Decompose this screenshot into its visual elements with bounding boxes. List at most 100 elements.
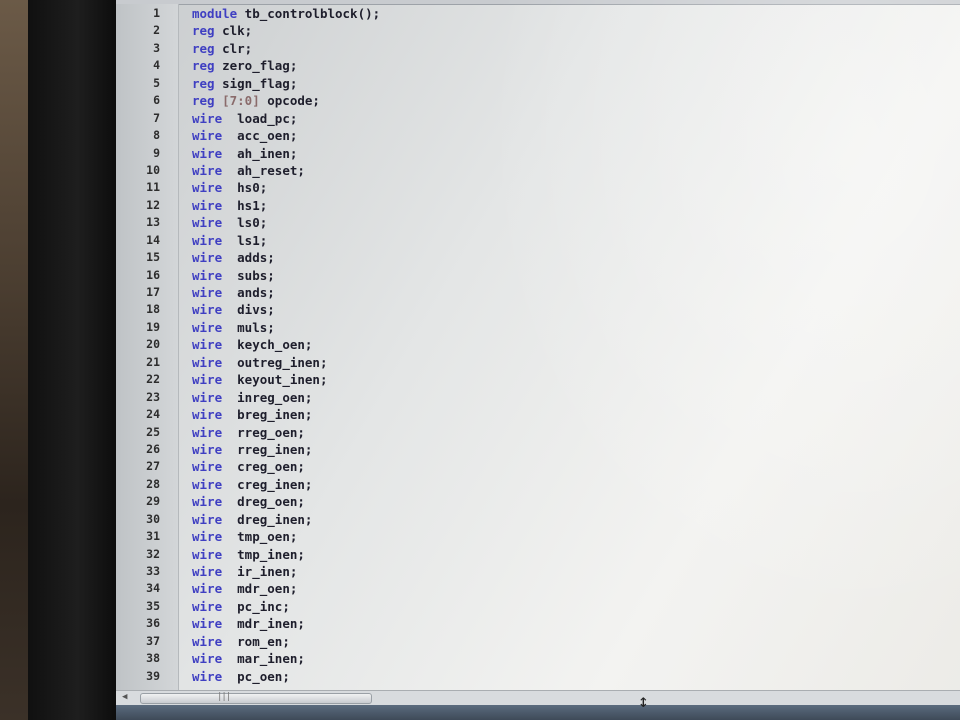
identifier-token: mar_inen; xyxy=(222,651,305,667)
code-line[interactable]: 7 wire load_pc; xyxy=(116,110,960,127)
line-number: 39 xyxy=(146,668,160,683)
resize-handle-icon[interactable]: ↕ xyxy=(638,693,649,711)
code-line[interactable]: 11 wire hs0; xyxy=(116,179,960,196)
code-text: reg clk; xyxy=(192,22,252,39)
monitor-bezel xyxy=(28,0,118,720)
code-line[interactable]: 18 wire divs; xyxy=(116,301,960,318)
code-line[interactable]: 13 wire ls0; xyxy=(116,214,960,231)
keyword-token: wire xyxy=(192,459,223,475)
code-text: wire creg_oen; xyxy=(192,458,305,475)
editor-window: 1 module tb_controlblock(); 2 reg clk; 3 reg … xyxy=(116,0,960,720)
keyword-token: wire xyxy=(192,197,223,213)
code-line[interactable]: 32 wire tmp_inen; xyxy=(116,546,960,563)
code-line[interactable]: 36 wire mdr_inen; xyxy=(116,615,960,632)
keyword-token: wire xyxy=(192,267,223,283)
code-line[interactable]: 34 wire mdr_oen; xyxy=(116,580,960,597)
left-arrow-icon[interactable]: ◀ xyxy=(122,692,127,702)
line-number: 38 xyxy=(146,651,160,666)
identifier-token: ah_inen; xyxy=(222,145,298,161)
code-text: wire mdr_oen; xyxy=(192,580,297,597)
line-number: 24 xyxy=(146,407,160,422)
code-text: wire muls; xyxy=(192,319,275,336)
code-line[interactable]: 8 wire acc_oen; xyxy=(116,127,960,144)
code-line[interactable]: 21 wire outreg_inen; xyxy=(116,354,960,371)
identifier-token: ls1; xyxy=(222,232,268,248)
line-number: 26 xyxy=(146,441,160,456)
identifier-token: keych_oen; xyxy=(222,337,313,353)
code-line[interactable]: 31 wire tmp_oen; xyxy=(116,528,960,545)
identifier-token: clk; xyxy=(214,23,253,39)
line-number: 25 xyxy=(146,424,160,439)
pane-splitter[interactable]: ↕ xyxy=(116,693,960,720)
identifier-token: dreg_inen; xyxy=(222,511,313,527)
code-line[interactable]: 33 wire ir_inen; xyxy=(116,563,960,580)
code-text: wire creg_inen; xyxy=(192,476,312,493)
code-line[interactable]: 16 wire subs; xyxy=(116,267,960,284)
code-line[interactable]: 5 reg sign_flag; xyxy=(116,75,960,92)
code-text: wire rreg_inen; xyxy=(192,441,312,458)
code-line[interactable]: 26 wire rreg_inen; xyxy=(116,441,960,458)
line-number: 18 xyxy=(146,302,160,317)
identifier-token: creg_inen; xyxy=(222,476,313,492)
line-number: 30 xyxy=(146,511,160,526)
keyword-token: wire xyxy=(192,651,223,667)
keyword-token: wire xyxy=(192,354,223,370)
line-number: 9 xyxy=(153,145,160,160)
code-text: wire acc_oen; xyxy=(192,127,297,144)
horizontal-scrollbar[interactable]: ◀ ||| xyxy=(116,690,960,705)
code-line[interactable]: 25 wire rreg_oen; xyxy=(116,424,960,441)
line-number: 32 xyxy=(146,546,160,561)
code-line[interactable]: 35 wire pc_inc; xyxy=(116,598,960,615)
keyword-token: wire xyxy=(192,511,223,527)
code-text: wire ir_inen; xyxy=(192,563,297,580)
line-number: 15 xyxy=(146,250,160,265)
code-line[interactable]: 27 wire creg_oen; xyxy=(116,458,960,475)
code-text: module tb_controlblock(); xyxy=(192,5,380,22)
code-line[interactable]: 2 reg clk; xyxy=(116,22,960,39)
keyword-token: wire xyxy=(192,162,223,178)
line-number: 33 xyxy=(146,564,160,578)
line-number: 19 xyxy=(146,319,160,334)
code-line[interactable]: 9 wire ah_inen; xyxy=(116,145,960,162)
code-line[interactable]: 1 module tb_controlblock(); xyxy=(116,5,960,22)
code-line[interactable]: 24 wire breg_inen; xyxy=(116,406,960,423)
code-line[interactable]: 6 reg [7:0] opcode; xyxy=(116,92,960,109)
identifier-token: clr; xyxy=(214,40,253,56)
code-line[interactable]: 14 wire ls1; xyxy=(116,232,960,249)
code-line[interactable]: 38 wire mar_inen; xyxy=(116,650,960,667)
line-number: 22 xyxy=(146,372,160,387)
code-line[interactable]: 28 wire creg_inen; xyxy=(116,476,960,493)
keyword-token: reg xyxy=(192,23,215,39)
code-line[interactable]: 3 reg clr; xyxy=(116,40,960,57)
code-text: wire ls1; xyxy=(192,232,267,249)
code-text: wire pc_inc; xyxy=(192,598,290,615)
line-number: 7 xyxy=(153,110,160,125)
identifier-token: hs1; xyxy=(222,197,268,213)
code-line[interactable]: 4 reg zero_flag; xyxy=(116,57,960,74)
line-number: 13 xyxy=(146,215,160,230)
line-number: 12 xyxy=(146,197,160,212)
code-line[interactable]: 19 wire muls; xyxy=(116,319,960,336)
code-text: wire inreg_oen; xyxy=(192,389,312,406)
keyword-token: wire xyxy=(192,180,223,196)
code-line[interactable]: 29 wire dreg_oen; xyxy=(116,493,960,510)
code-line[interactable]: 30 wire dreg_inen; xyxy=(116,511,960,528)
keyword-token: reg xyxy=(192,93,215,109)
keyword-token: wire xyxy=(192,302,223,318)
code-line[interactable]: 23 wire inreg_oen; xyxy=(116,389,960,406)
code-line[interactable]: 17 wire ands; xyxy=(116,284,960,301)
code-line[interactable]: 20 wire keych_oen; xyxy=(116,336,960,353)
code-text: wire ls0; xyxy=(192,214,267,231)
keyword-token: wire xyxy=(192,546,223,562)
code-text: wire load_pc; xyxy=(192,110,297,127)
code-line[interactable]: 12 wire hs1; xyxy=(116,197,960,214)
code-line[interactable]: 39 wire pc_oen; xyxy=(116,668,960,685)
identifier-token: inreg_oen; xyxy=(222,389,313,405)
code-line[interactable]: 37 wire rom_en; xyxy=(116,633,960,650)
code-line[interactable]: 22 wire keyout_inen; xyxy=(116,371,960,388)
identifier-token: outreg_inen; xyxy=(222,354,328,370)
code-line[interactable]: 10 wire ah_reset; xyxy=(116,162,960,179)
code-line[interactable]: 15 wire adds; xyxy=(116,249,960,266)
scrollbar-thumb[interactable]: ||| xyxy=(140,692,372,704)
code-area[interactable]: 1 module tb_controlblock(); 2 reg clk; 3 reg … xyxy=(116,5,960,685)
